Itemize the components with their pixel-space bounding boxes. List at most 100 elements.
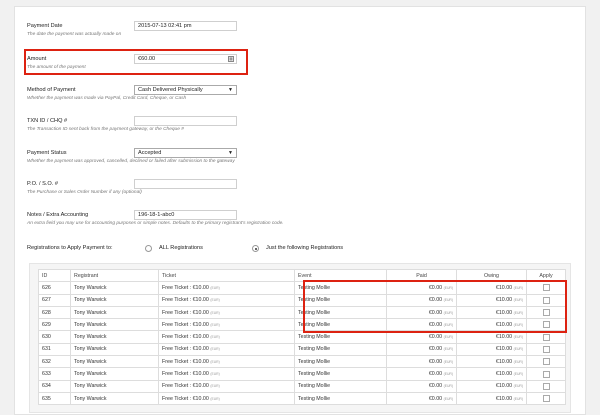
table-row: 635 Tony Warwick Free Ticket : €10.00 (EUR… [38, 391, 566, 406]
cell-owing-value: €10.00 [495, 358, 513, 365]
cell-paid-value: €0.00 [428, 346, 443, 353]
cell-paid: €0.00 (EUR) [386, 391, 457, 406]
cell-registrant: Tony Warwick [70, 305, 159, 320]
currency-code: (EUR) [210, 285, 220, 290]
table-row: 632 Tony Warwick Free Ticket : €10.00 (EUR… [38, 355, 566, 369]
cell-registrant: Tony Warwick [70, 342, 159, 357]
cell-owing: €10.00 (EUR) [456, 367, 527, 381]
cell-owing-value: €10.00 [495, 346, 513, 353]
cell-ticket-value: Free Ticket : €10.00 [162, 371, 209, 378]
cell-ticket-value: Free Ticket : €10.00 [162, 383, 209, 390]
txn-input[interactable] [134, 116, 237, 126]
cell-ticket: Free Ticket : €10.00 (EUR) [158, 281, 295, 295]
radio-all-registrations[interactable] [145, 245, 152, 252]
cell-event: Testing Mollie [294, 342, 387, 357]
cell-paid-value: €0.00 [428, 334, 443, 341]
cell-ticket: Free Ticket : €10.00 (EUR) [158, 318, 295, 332]
chevron-down-icon: ▼ [228, 87, 233, 93]
radio-some-registrations[interactable] [252, 245, 259, 252]
cell-registrant: Tony Warwick [70, 355, 159, 369]
payment-form-panel: Payment Date The date the payment was ac… [14, 6, 586, 415]
cell-ticket: Free Ticket : €10.00 (EUR) [158, 305, 295, 320]
currency-code: (EUR) [443, 396, 453, 401]
notes-input[interactable]: 196-18-1-abc0 [134, 210, 237, 220]
status-select[interactable]: Accepted ▼ [134, 148, 237, 158]
cell-owing: €10.00 (EUR) [456, 342, 527, 357]
cell-id: 635 [38, 391, 71, 406]
cell-ticket: Free Ticket : €10.00 (EUR) [158, 367, 295, 381]
cell-ticket-value: Free Ticket : €10.00 [162, 346, 209, 353]
apply-checkbox[interactable] [542, 333, 550, 341]
col-header-id: ID [38, 268, 71, 283]
cell-id: 627 [38, 293, 71, 307]
cell-ticket: Free Ticket : €10.00 (EUR) [158, 330, 295, 344]
amount-label: Amount [27, 56, 47, 62]
currency-code: (EUR) [513, 359, 523, 364]
apply-payment-row: Registrations to Apply Payment to: ALL R… [27, 243, 357, 255]
cell-apply [526, 391, 566, 406]
cell-registrant: Tony Warwick [70, 379, 159, 393]
amount-desc: The amount of the payment [27, 65, 86, 70]
cell-event: Testing Mollie [294, 391, 387, 406]
method-value: Cash Delivered Physically [138, 87, 203, 93]
table-row: 631 Tony Warwick Free Ticket : €10.00 (EUR… [38, 342, 566, 357]
cell-paid: €0.00 (EUR) [386, 367, 457, 381]
radio-all-label: ALL Registrations [159, 245, 203, 251]
cell-ticket-value: Free Ticket : €10.00 [162, 395, 209, 402]
cell-ticket-value: Free Ticket : €10.00 [162, 321, 209, 328]
currency-code: (EUR) [210, 310, 220, 315]
method-select[interactable]: Cash Delivered Physically ▼ [134, 85, 237, 95]
cell-ticket-value: Free Ticket : €10.00 [162, 284, 209, 291]
currency-code: (EUR) [443, 347, 453, 352]
apply-checkbox[interactable] [542, 345, 550, 353]
notes-value: 196-18-1-abc0 [138, 212, 175, 218]
cell-paid-value: €0.00 [428, 395, 443, 402]
cell-apply [526, 355, 566, 369]
cell-id: 633 [38, 367, 71, 381]
cell-ticket: Free Ticket : €10.00 (EUR) [158, 355, 295, 369]
apply-checkbox[interactable] [542, 358, 550, 366]
cell-apply [526, 367, 566, 381]
currency-code: (EUR) [443, 335, 453, 340]
apply-checkbox[interactable] [542, 382, 550, 390]
currency-code: (EUR) [513, 372, 523, 377]
amount-input[interactable]: €60.00 ▦ [134, 54, 237, 64]
cell-owing-value: €10.00 [495, 371, 513, 378]
cell-ticket-value: Free Ticket : €10.00 [162, 297, 209, 304]
method-desc: Whether the payment was made via PayPal,… [27, 96, 187, 101]
apply-checkbox[interactable] [542, 395, 550, 403]
table-row: 633 Tony Warwick Free Ticket : €10.00 (EUR… [38, 367, 566, 381]
cell-registrant: Tony Warwick [70, 330, 159, 344]
currency-code: (EUR) [210, 322, 220, 327]
cell-paid: €0.00 (EUR) [386, 342, 457, 357]
col-header-registrant: Registrant [70, 268, 159, 283]
apply-checkbox[interactable] [542, 370, 550, 378]
calculator-icon[interactable]: ▦ [228, 56, 234, 62]
chevron-down-icon: ▼ [228, 150, 233, 156]
cell-registrant: Tony Warwick [70, 318, 159, 332]
cell-registrant: Tony Warwick [70, 391, 159, 406]
cell-paid: €0.00 (EUR) [386, 379, 457, 393]
cell-id: 626 [38, 281, 71, 295]
cell-ticket-value: Free Ticket : €10.00 [162, 309, 209, 316]
cell-id: 629 [38, 318, 71, 332]
currency-code: (EUR) [513, 347, 523, 352]
cell-ticket: Free Ticket : €10.00 (EUR) [158, 293, 295, 307]
status-desc: Whether the payment was approved, cancel… [27, 159, 235, 164]
currency-code: (EUR) [513, 335, 523, 340]
registrations-table-wrap: ID Registrant Ticket Event Paid Owing Ap… [29, 263, 571, 413]
payment-date-desc: The date the payment was actually made o… [27, 32, 122, 37]
po-input[interactable] [134, 179, 237, 189]
payment-date-input[interactable]: 2015-07-13 02:41 pm [134, 21, 237, 31]
cell-id: 630 [38, 330, 71, 344]
cell-paid-value: €0.00 [428, 371, 443, 378]
currency-code: (EUR) [210, 347, 220, 352]
currency-code: (EUR) [210, 298, 220, 303]
radio-some-label: Just the following Registrations [266, 245, 344, 251]
status-value: Accepted [138, 150, 162, 156]
cell-paid-value: €0.00 [428, 383, 443, 390]
txn-desc: The Transaction ID sent back from the pa… [27, 127, 184, 132]
amount-value: €60.00 [138, 56, 156, 62]
cell-ticket-value: Free Ticket : €10.00 [162, 334, 209, 341]
currency-code: (EUR) [443, 372, 453, 377]
